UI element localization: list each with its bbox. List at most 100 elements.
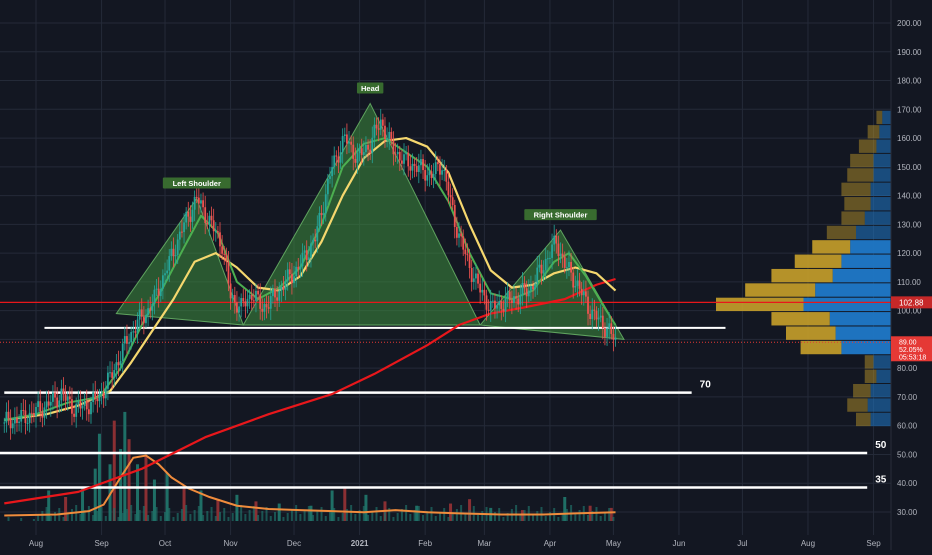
candle-body (117, 362, 120, 366)
candle-body (227, 261, 230, 284)
candle-body (111, 372, 114, 378)
volume-bar (121, 513, 124, 521)
candle-body (570, 262, 572, 273)
candle-body (282, 286, 285, 290)
price-tick-label: 160.00 (897, 134, 922, 143)
candle-body (354, 158, 357, 163)
candle-body (439, 164, 441, 175)
volume-bar (244, 514, 247, 521)
volume-bar (49, 516, 52, 521)
candle-body (513, 296, 515, 303)
candle-body (96, 398, 99, 402)
candle-body (126, 336, 128, 344)
candle-body (491, 300, 494, 302)
volume-profile-down-bar (847, 168, 874, 182)
candle-body (604, 328, 606, 337)
candle-body (403, 154, 405, 164)
volume-bar (422, 515, 425, 521)
candle-body (219, 232, 221, 247)
volume-bar (574, 514, 577, 521)
candle-body (515, 296, 518, 299)
volume-bar (54, 512, 57, 521)
volume-bar (328, 512, 331, 521)
candle-body (202, 200, 204, 208)
candle-body (32, 412, 35, 417)
price-tick-label: 70.00 (897, 393, 918, 402)
time-tick-label: Jun (673, 539, 686, 548)
price-axis[interactable]: 30.0040.0050.0060.0070.0080.0090.00100.0… (890, 0, 932, 550)
candle-body (608, 323, 611, 329)
candle-body (519, 295, 522, 305)
candle-body (11, 423, 14, 429)
volume-bar (295, 505, 298, 521)
volume-bar (578, 510, 581, 521)
candle-body (231, 295, 234, 299)
candle-body (546, 258, 549, 260)
price-tick-label: 50.00 (897, 450, 918, 459)
volume-profile-down-bar (786, 326, 836, 340)
candle-body (242, 298, 245, 302)
volume-profile-up-bar (870, 197, 891, 211)
volume-profile-up-bar (876, 369, 891, 383)
volume-profile-up-bar (841, 340, 891, 355)
candle-body (517, 298, 520, 305)
candle-body (559, 253, 562, 257)
candle-body (60, 388, 63, 401)
candle-body (288, 269, 291, 275)
volume-bar (231, 513, 234, 521)
candle-body (214, 231, 217, 233)
candle-body (77, 401, 80, 404)
time-tick-label: Sep (866, 539, 881, 548)
volume-bar (557, 517, 560, 521)
candle-body (430, 171, 433, 179)
volume-bar (367, 515, 370, 521)
candle-body (542, 270, 545, 274)
candle-body (375, 124, 378, 129)
candle-body (265, 304, 268, 308)
candle-body (41, 411, 44, 418)
volume-bar (248, 510, 251, 521)
candle-body (75, 403, 78, 417)
candle-body (7, 411, 10, 419)
volume-bar (214, 516, 217, 521)
candle-body (453, 205, 456, 228)
candle-body (337, 156, 340, 163)
candle-body (187, 211, 190, 217)
candle-body (316, 226, 319, 242)
candle-body (269, 296, 272, 309)
volume-bar (180, 509, 183, 521)
candle-body (462, 236, 465, 250)
volume-bar (168, 508, 171, 521)
time-tick-label: Jul (737, 539, 747, 548)
volume-bar (155, 507, 158, 521)
volume-bar (464, 514, 467, 521)
volume-bar (515, 505, 518, 521)
candle-body (390, 131, 393, 141)
candle-body (371, 137, 374, 154)
candle-body (312, 239, 314, 244)
candle-body (142, 316, 145, 324)
volume-bar (254, 501, 258, 521)
candle-body (123, 336, 126, 344)
candle-body (83, 400, 86, 406)
price-tick-label: 200.00 (897, 19, 922, 28)
candle-body (252, 300, 255, 302)
candle-body (534, 283, 537, 290)
price-tick-label: 140.00 (897, 192, 922, 201)
volume-bar (147, 515, 150, 521)
candle-body (263, 304, 266, 312)
volume-profile-down-bar (856, 412, 871, 427)
volume-profile-up-bar (873, 168, 891, 182)
candle-body (210, 215, 213, 221)
candle-body (94, 392, 97, 399)
volume-bar (92, 515, 95, 521)
candle-body (424, 170, 427, 181)
volume-profile-up-bar (864, 211, 891, 225)
candle-body (49, 401, 52, 406)
volume-bar (189, 514, 192, 521)
volume-bar (563, 497, 567, 521)
volume-bar (595, 507, 598, 521)
volume-bar (202, 515, 205, 521)
candle-body (498, 301, 501, 306)
candle-body (441, 170, 443, 175)
